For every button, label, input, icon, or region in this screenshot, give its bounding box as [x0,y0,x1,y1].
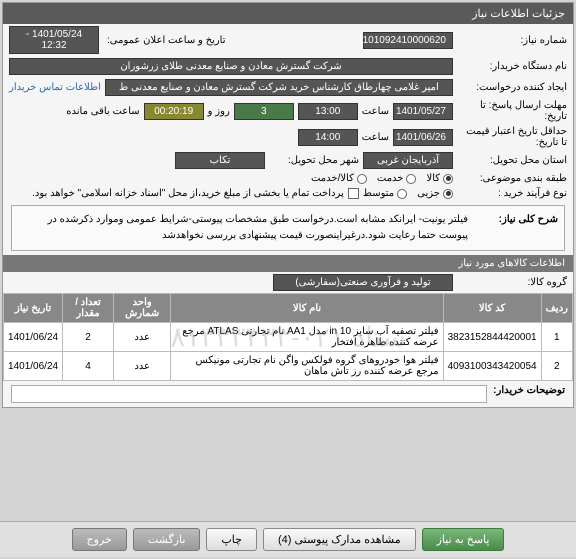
province-value: آذربایجان غربی [363,152,453,169]
payment-checkbox[interactable] [348,188,359,199]
attachments-button[interactable]: مشاهده مدارک پیوستی (4) [263,528,416,551]
th-code: کد کالا [443,294,541,323]
table-row[interactable]: 2 4093100343420054 فیلتر هوا خودروهای گر… [4,352,573,381]
deadline-send-date: 1401/05/27 [393,103,453,120]
th-unit: واحد شمارش [113,294,171,323]
th-name: نام کالا [171,294,443,323]
deadline-send-time: 13:00 [298,103,358,120]
table-wrap: ستاد ۰۲۱-۸۱۳۳۳۳۳۳ ردیف کد کالا نام کالا … [3,293,573,381]
items-table: ردیف کد کالا نام کالا واحد شمارش تعداد /… [3,293,573,381]
group-label: گروه کالا: [457,277,567,288]
buyer-label: نام دستگاه خریدار: [457,61,567,72]
description-box: شرح کلی نیاز: فیلتر یونیت- ایرانکد مشابه… [11,205,565,251]
buyer-notes-row: توضیحات خریدار: [3,381,573,407]
time-label-1: ساعت [362,106,389,117]
th-idx: ردیف [541,294,572,323]
radio-both[interactable]: کالا/خدمت [311,173,367,184]
remain-label: ساعت باقی مانده [66,106,139,117]
buyer-notes-label: توضیحات خریدار: [493,385,565,403]
validity-time: 14:00 [298,129,358,146]
city-value: تکاب [175,152,265,169]
radio-medium[interactable]: متوسط [363,188,407,199]
desc-text: فیلتر یونیت- ایرانکد مشابه است.درخواست ط… [18,212,468,244]
back-button[interactable]: بازگشت [133,528,201,551]
time-label-2: ساعت [362,132,389,143]
buyer-value: شرکت گسترش معادن و صنایع معدنی طلای زرشو… [9,58,453,75]
print-button[interactable]: چاپ [206,528,257,551]
remain-time: 00:20:19 [144,103,204,120]
radio-kala[interactable]: کالا [426,173,453,184]
contact-link[interactable]: اطلاعات تماس خریدار [9,82,101,93]
process-radios: جزیی متوسط [363,188,453,199]
days-label: روز و [208,106,230,117]
table-header-row: ردیف کد کالا نام کالا واحد شمارش تعداد /… [4,294,573,323]
deadline-send-label: مهلت ارسال پاسخ: تا تاریخ: [457,100,567,122]
payment-note: پرداخت تمام یا بخشی از مبلغ خرید،از محل … [32,188,344,199]
th-date: تاریخ نیاز [4,294,63,323]
radio-partial[interactable]: جزیی [417,188,453,199]
buyer-notes-field[interactable] [11,385,487,403]
process-label: نوع فرآیند خرید : [457,188,567,199]
category-radios: کالا خدمت کالا/خدمت [311,173,453,184]
exit-button[interactable]: خروج [72,528,127,551]
announce-value: 1401/05/24 - 12:32 [9,26,99,54]
city-label: شهر محل تحویل: [269,155,359,166]
respond-button[interactable]: پاسخ به نیاز [422,528,505,551]
announce-label: تاریخ و ساعت اعلان عمومی: [107,35,226,46]
need-details-panel: جزئیات اطلاعات نیاز شماره نیاز: 11010924… [2,2,574,408]
need-no-value: 1101092410000620 [363,32,453,49]
th-qty: تعداد / مقدار [63,294,114,323]
province-label: استان محل تحویل: [457,155,567,166]
creator-label: ایجاد کننده درخواست: [457,82,567,93]
validity-label: حداقل تاریخ اعتبار قیمت تا تاریخ: [457,126,567,148]
group-value: تولید و فرآوری صنعتی(سفارشی) [273,274,453,291]
items-header: اطلاعات کالاهای مورد نیاز [3,255,573,272]
category-label: طبقه بندی موضوعی: [457,173,567,184]
validity-date: 1401/06/26 [393,129,453,146]
need-no-label: شماره نیاز: [457,35,567,46]
panel-title: جزئیات اطلاعات نیاز [3,3,573,24]
desc-label: شرح کلی نیاز: [468,212,558,244]
radio-khadamat[interactable]: خدمت [377,173,417,184]
buttons-bar: پاسخ به نیاز مشاهده مدارک پیوستی (4) چاپ… [0,521,576,557]
days-count: 3 [234,103,294,120]
table-row[interactable]: 1 3823152844420001 فیلتر تصفیه آب سایز 1… [4,323,573,352]
creator-value: امیر غلامی چهارطاق کارشناس خرید شرکت گست… [105,79,453,96]
